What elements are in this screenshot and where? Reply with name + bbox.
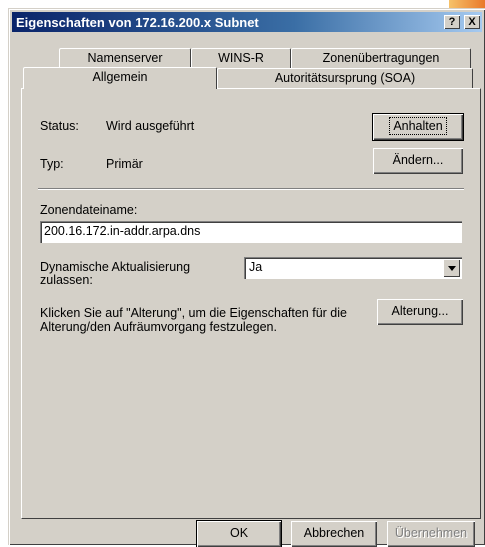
pause-button-label: Anhalten [389, 117, 447, 135]
tab-namenserver[interactable]: Namenserver [59, 48, 191, 68]
aging-text-line2: Alterung/den Aufräumvorgang festzulegen. [40, 320, 277, 334]
dynamic-update-label-line1: Dynamische Aktualisierung [40, 260, 191, 274]
status-value: Wird ausgeführt [106, 119, 195, 133]
chevron-down-icon[interactable] [443, 259, 460, 277]
type-label: Typ: [40, 157, 64, 171]
tab-allgemein[interactable]: Allgemein [23, 67, 217, 89]
change-button[interactable]: Ändern... [373, 148, 463, 174]
zonefile-label: Zonendateiname: [40, 203, 138, 217]
tab-panel-allgemein: Status: Wird ausgeführt Anhalten Typ: Pr… [21, 88, 481, 519]
apply-button[interactable]: Übernehmen [387, 521, 475, 547]
window-title: Eigenschaften von 172.16.200.x Subnet [16, 14, 259, 30]
separator [38, 188, 464, 190]
ok-button[interactable]: OK [196, 520, 282, 547]
aging-text-line1: Klicken Sie auf "Alterung", um die Eigen… [40, 306, 347, 320]
close-button[interactable]: X [464, 15, 480, 29]
status-label: Status: [40, 119, 79, 133]
tab-soa[interactable]: Autoritätsursprung (SOA) [217, 68, 473, 88]
properties-dialog: Eigenschaften von 172.16.200.x Subnet ? … [8, 8, 485, 547]
cancel-button[interactable]: Abbrechen [291, 521, 377, 547]
zonefile-input[interactable]: 200.16.172.in-addr.arpa.dns [40, 221, 462, 243]
tab-zonenuebertragungen[interactable]: Zonenübertragungen [291, 48, 471, 68]
tab-wins-r[interactable]: WINS-R [191, 48, 291, 68]
type-value: Primär [106, 157, 143, 171]
dynamic-update-label-line2: zulassen: [40, 273, 93, 287]
title-bar[interactable]: Eigenschaften von 172.16.200.x Subnet ? … [12, 12, 482, 32]
aging-button[interactable]: Alterung... [377, 299, 463, 325]
pause-button[interactable]: Anhalten [372, 113, 464, 141]
help-button[interactable]: ? [444, 15, 460, 29]
dynamic-update-select[interactable]: Ja [244, 257, 462, 279]
dynamic-update-value: Ja [249, 260, 263, 274]
